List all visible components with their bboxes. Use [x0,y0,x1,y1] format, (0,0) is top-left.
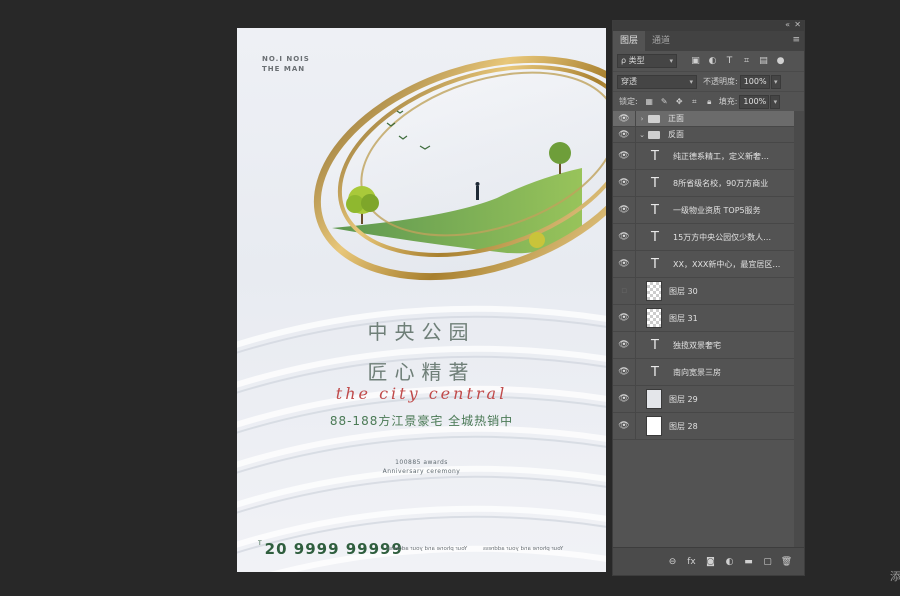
text-layer-icon: T [651,175,659,191]
poster-title-1: 中央公园 [367,320,476,344]
panel-tabs: 图层 通道 ≡ [613,31,804,51]
panel-footer: ⊖ fx ◙ ◐ ▬ ▢ 🗑︎ [613,547,804,575]
panel-titlebar: « ✕ [613,20,804,31]
corner-text: 添 [890,570,900,583]
layer-group-front[interactable]: 👁︎ › 正面 [613,111,795,127]
folder-icon [648,114,660,123]
chevron-right-icon[interactable]: › [636,115,648,123]
image-filter-icon[interactable]: ▣ [687,56,704,66]
layer-thumbnail [646,281,662,301]
layer-list: 👁︎ › 正面 👁︎ ⌄ 反面 👁︎ T 纯正德系精工，定义新奢… 👁︎ T 8… [613,111,795,547]
text-filter-icon[interactable]: T [721,56,738,66]
tab-channels[interactable]: 通道 [645,31,677,51]
trash-icon[interactable]: 🗑︎ [777,557,796,567]
blend-row: 穿透 ▾ 不透明度: 100% ▾ [613,71,804,91]
layers-panel: « ✕ 图层 通道 ≡ ρ 类型 ▾ ▣ ◐ T ⌗ ▤ ● 穿透 ▾ 不透明度: … [612,20,805,576]
eye-icon[interactable]: 👁︎ [613,151,635,161]
mirror-text: NO.I NOIS THE MAN [262,55,310,73]
poster-graphic [237,55,606,572]
shape-filter-icon[interactable]: ⌗ [738,56,755,66]
lock-label: 锁定: [619,97,638,106]
eye-icon[interactable]: 👁︎ [613,232,635,242]
eye-icon[interactable]: 👁︎ [613,114,635,124]
double-chevron-icon[interactable]: « [785,20,790,29]
eye-icon[interactable]: 👁︎ [613,130,635,140]
eye-icon[interactable]: 👁︎ [613,313,635,323]
folder-icon [648,130,660,139]
new-group-icon[interactable]: ▬ [739,557,758,567]
link-layers-icon[interactable]: ⊖ [663,557,682,567]
phone-number: T 20 9999 99999 [258,540,403,558]
layer-row[interactable]: 👁︎ T 15万方中央公园仅少数人… [613,224,795,251]
layer-row[interactable]: 👁︎ T XX，XXX新中心，最宜居区… [613,251,795,278]
fx-icon[interactable]: fx [682,557,701,567]
adjustment-layer-icon[interactable]: ◐ [720,557,739,567]
text-layer-icon: T [651,337,659,353]
layer-thumbnail [646,416,662,436]
eye-hidden-icon[interactable]: ▫ [613,286,635,296]
script-text: the city central [335,384,508,403]
layer-row[interactable]: 👁︎ T 南向宽景三房 [613,359,795,386]
new-layer-icon[interactable]: ▢ [758,557,777,567]
layer-list-scrollbar[interactable] [794,111,804,547]
eye-icon[interactable]: 👁︎ [613,340,635,350]
document-canvas-area[interactable]: NO.I NOIS THE MAN 中央公园 匠心精著 the city cen… [0,0,608,596]
tab-layers[interactable]: 图层 [613,31,646,51]
text-layer-icon: T [651,202,659,218]
fill-input[interactable]: 100% [739,94,770,109]
poster-title-2: 匠心精著 [367,360,476,384]
poster-subline: 88-188方江景豪宅 全城热销中 [329,414,514,428]
layer-filter-bar: ρ 类型 ▾ ▣ ◐ T ⌗ ▤ ● [613,51,804,71]
filter-toggle-icon[interactable]: ● [772,56,789,66]
layer-group-back[interactable]: 👁︎ ⌄ 反面 [613,127,795,143]
layer-row[interactable]: 👁︎ T 独揽双景奢宅 [613,332,795,359]
adjustment-filter-icon[interactable]: ◐ [704,56,721,66]
eye-icon[interactable]: 👁︎ [613,394,635,404]
text-layer-icon: T [651,256,659,272]
lock-all-icon[interactable]: 🔒︎ [702,97,717,107]
panel-menu-icon[interactable]: ≡ [792,35,800,45]
eye-icon[interactable]: 👁︎ [613,178,635,188]
address-text-2: Your phone and your address [483,546,564,552]
lock-row: 锁定: ▦ ✎ ✥ ⌗ 🔒︎ 填充: 100% ▾ [613,91,804,111]
layer-thumbnail [646,308,662,328]
opacity-label: 不透明度: [703,77,738,86]
address-text-1: Your phone and your address [387,546,468,552]
eye-icon[interactable]: 👁︎ [613,259,635,269]
close-icon[interactable]: ✕ [794,20,801,29]
eye-icon[interactable]: 👁︎ [613,421,635,431]
layer-row[interactable]: 👁︎ T 8所省级名校，90万方商业 [613,170,795,197]
layer-row[interactable]: ▫ 图层 30 [613,278,795,305]
smart-object-filter-icon[interactable]: ▤ [755,56,772,66]
layer-thumbnail [646,389,662,409]
lock-position-icon[interactable]: ✥ [672,97,687,106]
filter-kind-select[interactable]: ρ 类型 ▾ [617,54,677,68]
fill-dropdown-icon[interactable]: ▾ [770,94,781,109]
eye-icon[interactable]: 👁︎ [613,205,635,215]
add-mask-icon[interactable]: ◙ [701,557,720,567]
opacity-input[interactable]: 100% [739,74,770,89]
layer-row[interactable]: 👁︎ 图层 28 [613,413,795,440]
layer-row[interactable]: 👁︎ T 一级物业资质 TOP5服务 [613,197,795,224]
text-layer-icon: T [651,148,659,164]
eye-icon[interactable]: 👁︎ [613,367,635,377]
text-layer-icon: T [651,229,659,245]
layer-row[interactable]: 👁︎ 图层 31 [613,305,795,332]
poster-artboard[interactable]: NO.I NOIS THE MAN 中央公园 匠心精著 the city cen… [237,28,606,572]
blend-mode-select[interactable]: 穿透 ▾ [617,74,697,89]
lock-artboard-icon[interactable]: ⌗ [687,97,702,107]
chevron-down-icon[interactable]: ⌄ [636,131,648,139]
lock-transparency-icon[interactable]: ▦ [642,97,657,106]
layer-row[interactable]: 👁︎ T 纯正德系精工，定义新奢… [613,143,795,170]
text-layer-icon: T [651,364,659,380]
lock-pixels-icon[interactable]: ✎ [657,97,672,106]
fill-label: 填充: [718,97,738,106]
layer-row[interactable]: 👁︎ 图层 29 [613,386,795,413]
awards-text: 100885 awards Anniversary ceremony [382,459,461,475]
opacity-dropdown-icon[interactable]: ▾ [770,74,781,89]
